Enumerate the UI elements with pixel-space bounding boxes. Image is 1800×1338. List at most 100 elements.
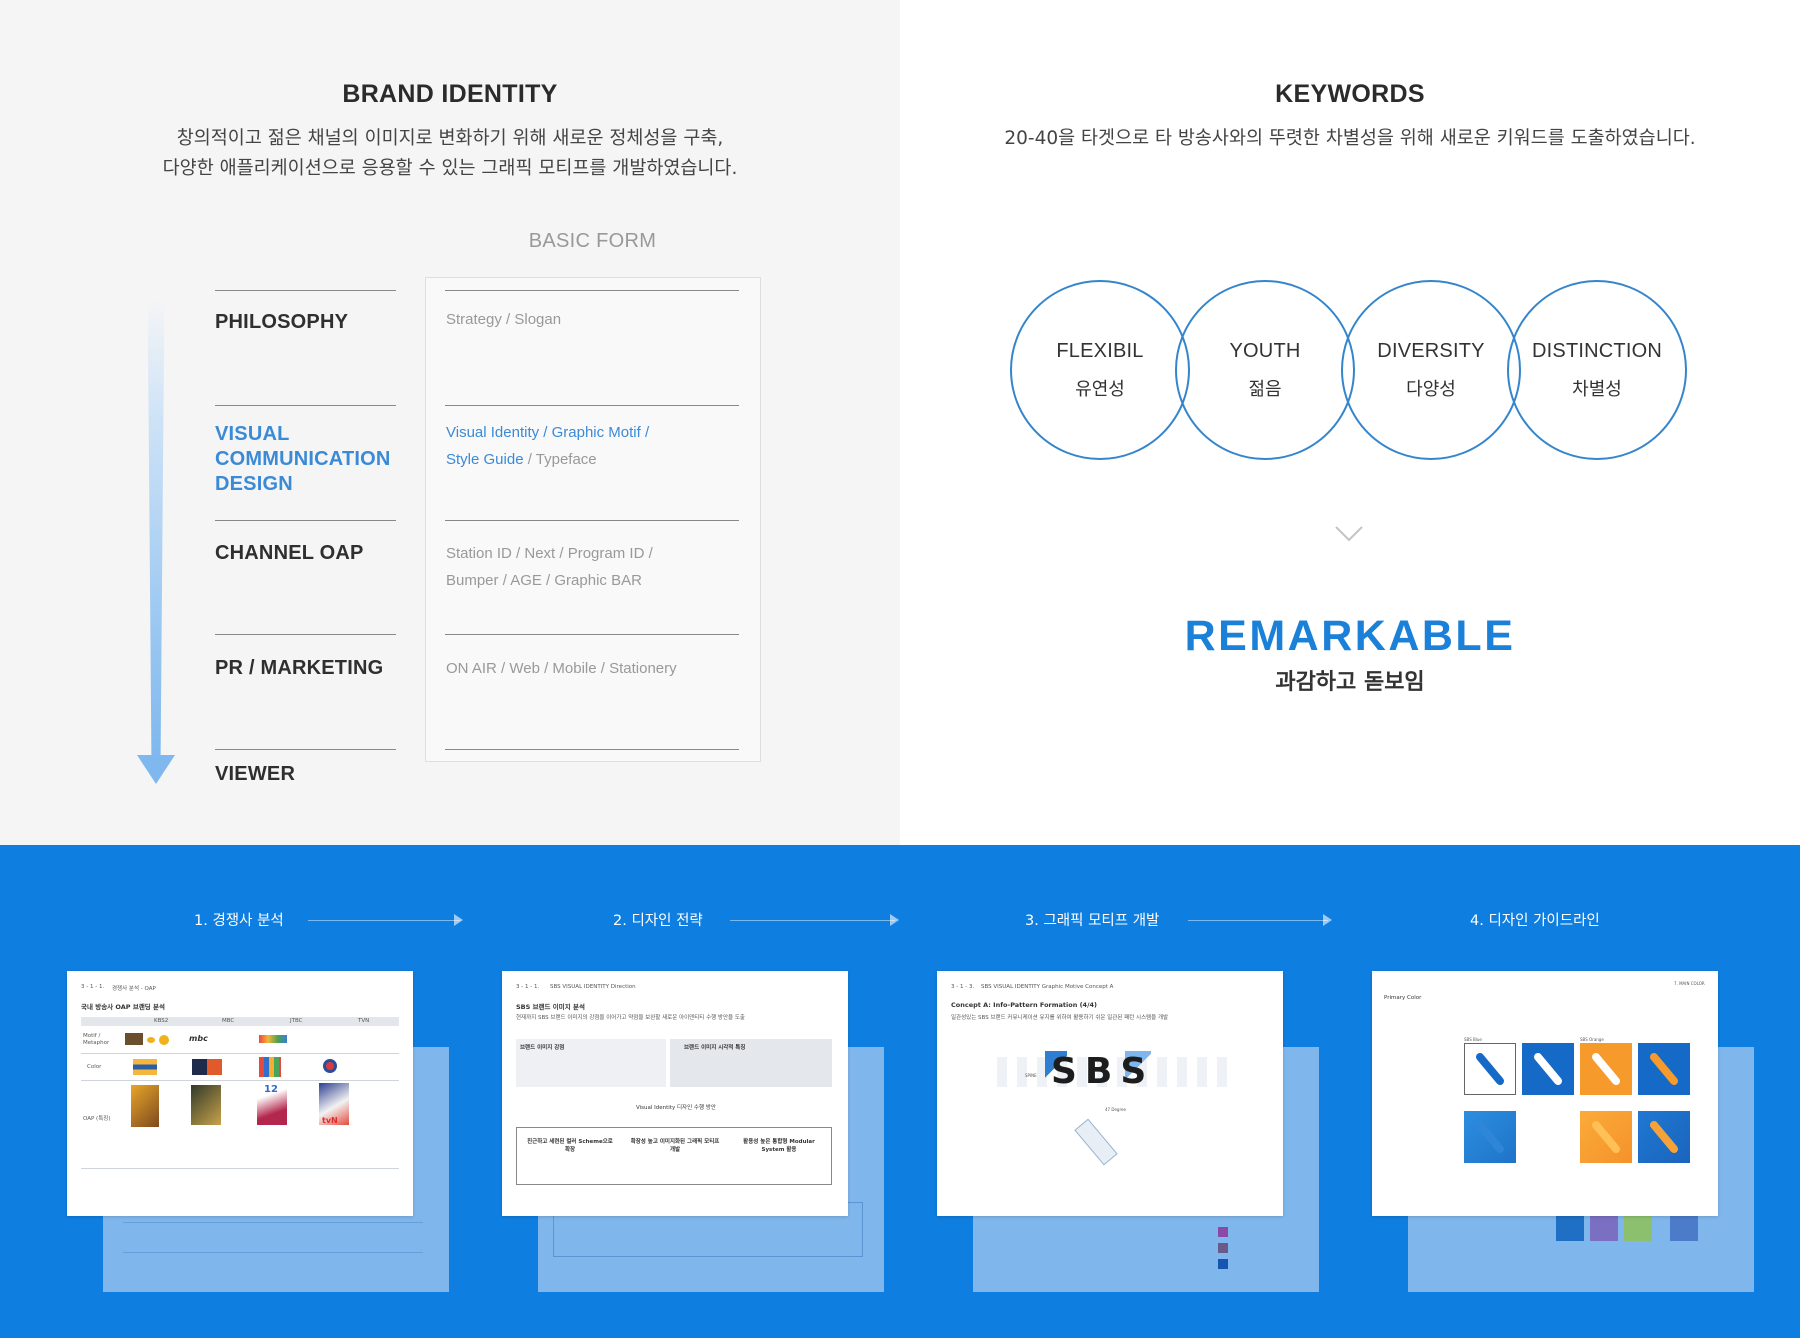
- thumb-crumb-title: SBS VISUAL IDENTITY Graphic Motive Conce…: [981, 984, 1114, 990]
- color-tile-orange: [1580, 1043, 1632, 1095]
- keywords-title: KEYWORDS: [1275, 80, 1425, 108]
- thumb-subtitle: 현재까지 SBS 브랜드 이미지의 강점을 이어가고 약점을 보완할 새로운 아…: [516, 1015, 745, 1021]
- thumb-plan-col: 확장성 높고 이미지화된 그래픽 모티프 개발: [630, 1139, 720, 1153]
- thumb-box-title: 브랜드 이미지 시각적 특징: [684, 1045, 746, 1051]
- brand-identity-description: 창의적이고 젊은 채널의 이미지로 변화하기 위해 새로운 정체성을 구축, 다…: [0, 124, 900, 184]
- thumbnail-graphic-motif: 3 - 1 - 3. SBS VISUAL IDENTITY Graphic M…: [937, 971, 1283, 1216]
- chevron-down-icon: [1335, 526, 1363, 542]
- category-divider: [215, 749, 396, 750]
- thumb-row-line: [81, 1168, 399, 1169]
- thumb-tag: SPINE: [1025, 1073, 1037, 1078]
- thumb-col: TVN: [358, 1018, 370, 1024]
- keyword-ko: 유연성: [1075, 379, 1125, 400]
- thumbnail-design-guideline: 7. MAIN COLOR Primary Color SBS Blue SBS…: [1372, 971, 1718, 1216]
- keyword-result-title: REMARKABLE: [1184, 612, 1516, 660]
- thumb-col: JTBC: [290, 1018, 303, 1024]
- category-divider: [215, 405, 396, 406]
- category-philosophy: PHILOSOPHY: [215, 311, 349, 333]
- category-pr-marketing: PR / MARKETING: [215, 657, 384, 679]
- form-oap-line: Station ID / Next / Program ID /: [446, 545, 653, 562]
- thumb-row: Color: [87, 1064, 102, 1070]
- category-divider: [215, 290, 396, 291]
- color-tile-gradient-blue: [1464, 1111, 1516, 1163]
- form-vcd-line: Visual Identity / Graphic Motif /: [446, 424, 650, 441]
- mbc-oap-image: [191, 1085, 221, 1125]
- form-divider: [445, 749, 739, 750]
- thumb-plan-col: 친근하고 세련된 컬러 Scheme으로 확장: [527, 1139, 613, 1153]
- kbs-oap-image: [131, 1085, 159, 1127]
- kbs-color-swatch: [133, 1059, 157, 1075]
- keyword-en: YOUTH: [1229, 340, 1301, 362]
- thumbnail-design-strategy: 3 - 1 - 1. SBS VISUAL IDENTITY Direction…: [502, 971, 848, 1216]
- form-philosophy: Strategy / Slogan: [446, 311, 562, 328]
- brand-identity-desc-line: 창의적이고 젊은 채널의 이미지로 변화하기 위해 새로운 정체성을 구축,: [176, 128, 724, 149]
- thumb-box-title: 브랜드 이미지 강점: [520, 1045, 565, 1051]
- color-tile-white: [1464, 1043, 1516, 1095]
- flow-arrow-shaft: [147, 300, 165, 760]
- form-channel-oap: Station ID / Next / Program ID / Bumper …: [446, 540, 653, 594]
- brand-identity-title: BRAND IDENTITY: [342, 80, 558, 108]
- thumb-table-header: [81, 1017, 399, 1026]
- keyword-flexibility: FLEXIBIL 유연성: [1010, 340, 1190, 401]
- thumb-mid-label: Visual Identity 디자인 수행 방안: [636, 1105, 716, 1111]
- thumb-angle-label: 47 Degree: [1105, 1107, 1126, 1112]
- thumb-crumb: 3 - 1 - 3.: [951, 984, 975, 990]
- thumb-title: Primary Color: [1384, 995, 1422, 1001]
- process-step-2-label: 2. 디자인 전략: [613, 913, 703, 929]
- tvn-color-swatch: [323, 1059, 337, 1073]
- arrow-down-icon: [137, 755, 175, 784]
- category-label-line: VISUAL: [215, 423, 290, 445]
- color-tile-mixed: [1638, 1111, 1690, 1163]
- thumb-col: KBS2: [154, 1018, 169, 1024]
- form-oap-line: Bumper / AGE / Graphic BAR: [446, 572, 642, 589]
- form-divider: [445, 290, 739, 291]
- form-vcd-style-guide: Style Guide: [446, 451, 524, 468]
- keywords-description: 20-40을 타겟으로 타 방송사와의 뚜렷한 차별성을 위해 새로운 키워드를…: [1004, 128, 1696, 149]
- color-tile-gradient-orange: [1580, 1111, 1632, 1163]
- brand-identity-desc-line: 다양한 애플리케이션으로 응용할 수 있는 그래픽 모티프를 개발하였습니다.: [162, 158, 738, 179]
- process-step-3-label: 3. 그래픽 모티프 개발: [1025, 913, 1160, 929]
- step-connector: [308, 920, 460, 921]
- keyword-diversity: DIVERSITY 다양성: [1341, 340, 1521, 401]
- sbs-logo: SBS: [1051, 1051, 1155, 1092]
- category-label-line: COMMUNICATION: [215, 448, 391, 470]
- thumb-group-label: SBS Orange: [1580, 1037, 1604, 1042]
- form-visual-communication-design: Visual Identity / Graphic Motif / Style …: [446, 419, 649, 473]
- kbs-motif-dot: [147, 1037, 155, 1043]
- thumb-row: Motif / Metaphor: [83, 1033, 110, 1046]
- brand-identity-section: BRAND IDENTITY 창의적이고 젊은 채널의 이미지로 변화하기 위해…: [0, 0, 900, 845]
- thumb-crumb: 3 - 1 - 1.: [81, 984, 105, 990]
- process-step-4-label: 4. 디자인 가이드라인: [1470, 913, 1600, 929]
- category-divider: [215, 520, 396, 521]
- keyword-en: DISTINCTION: [1532, 340, 1662, 362]
- step-connector: [730, 920, 895, 921]
- form-divider: [445, 520, 739, 521]
- jtbc-color-swatch: [259, 1057, 281, 1077]
- keyword-distinction: DISTINCTION 차별성: [1507, 340, 1687, 401]
- keyword-result-subtitle: 과감하고 돋보임: [1275, 670, 1425, 695]
- thumb-row-line: [81, 1080, 399, 1081]
- thumb-plan-col: 활용성 높은 통합형 Modular System 활용: [743, 1139, 815, 1153]
- keyword-en: FLEXIBIL: [1056, 340, 1144, 362]
- process-step-1-label: 1. 경쟁사 분석: [194, 913, 284, 929]
- mbc-color-swatch: [192, 1059, 222, 1075]
- keyword-en: DIVERSITY: [1377, 340, 1485, 362]
- mbc-logo: mbc: [189, 1034, 208, 1043]
- category-visual-communication-design: VISUAL COMMUNICATION DESIGN: [215, 422, 391, 497]
- thumb-group-label: SBS Blue: [1464, 1037, 1482, 1042]
- thumb-title: 국내 방송사 OAP 브랜딩 분석: [81, 1003, 165, 1011]
- step-connector: [1188, 920, 1328, 921]
- kbs-motif-image: [125, 1033, 143, 1045]
- keyword-youth: YOUTH 젊음: [1175, 340, 1355, 401]
- color-tile-blue-orange: [1638, 1043, 1690, 1095]
- form-divider: [445, 405, 739, 406]
- thumb-row: OAP (특징): [83, 1116, 111, 1122]
- kbs-motif-dot: [159, 1035, 169, 1045]
- keyword-ko: 다양성: [1406, 379, 1456, 400]
- thumb-row-line: [81, 1053, 399, 1054]
- thumb-title: SBS 브랜드 이미지 분석: [516, 1003, 585, 1011]
- thumb-crumb-title: SBS VISUAL IDENTITY Direction: [550, 984, 636, 990]
- thumb-title: Concept A: Info-Pattern Formation (4/4): [951, 1001, 1097, 1009]
- thumb-motif-diagram: [1074, 1118, 1118, 1166]
- basic-form-label: BASIC FORM: [528, 230, 657, 252]
